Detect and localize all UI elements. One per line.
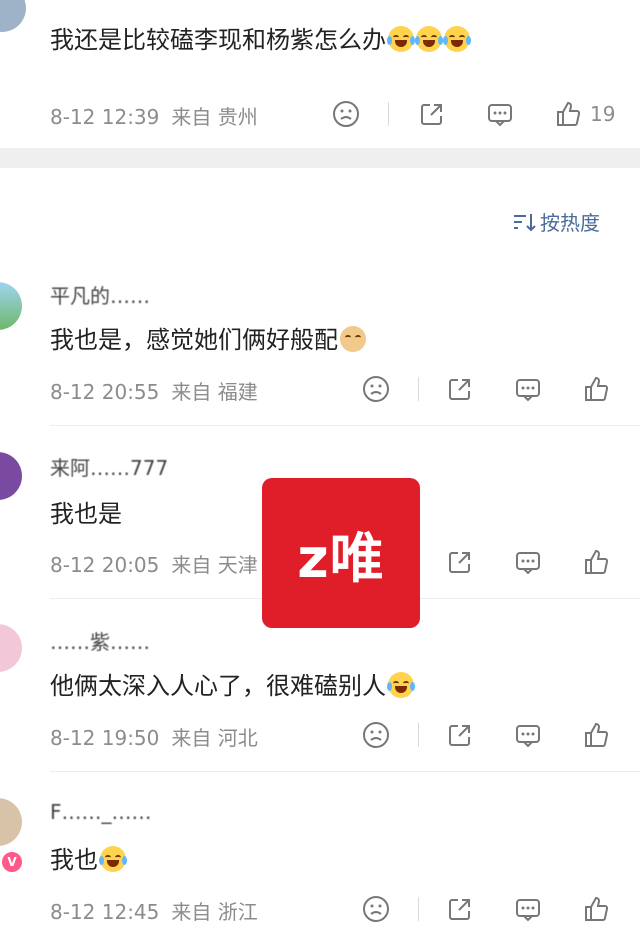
user-name[interactable]: 平凡的…… (50, 280, 150, 309)
comment-icon (514, 895, 542, 923)
comment-location: 来自 天津 (171, 553, 258, 577)
user-name[interactable]: ……紫…… (50, 626, 150, 655)
dislike-button[interactable] (332, 100, 360, 128)
avatar[interactable] (0, 0, 26, 32)
avatar[interactable] (0, 282, 22, 330)
like-button[interactable]: 19 (554, 100, 615, 128)
laugh-cry-emoji-icon (99, 846, 127, 872)
laugh-cry-emoji-icon (443, 26, 471, 52)
share-icon (446, 895, 474, 923)
share-icon (446, 721, 474, 749)
share-button[interactable] (446, 548, 474, 576)
watermark-logo: z唯 (262, 478, 420, 628)
dislike-button[interactable] (362, 375, 390, 403)
comment-meta: 8-12 12:45 来自 浙江 (50, 896, 258, 925)
frown-icon (362, 895, 390, 923)
like-button[interactable] (582, 375, 618, 403)
sort-icon (514, 213, 536, 231)
comment-icon (514, 721, 542, 749)
share-button[interactable] (418, 100, 446, 128)
comment-content: 我也 (50, 840, 127, 875)
thumbs-up-icon (582, 895, 610, 923)
comment-meta: 8-12 12:39 来自 贵州 (50, 101, 258, 130)
divider (388, 102, 389, 126)
share-button[interactable] (446, 721, 474, 749)
comment-content: 他俩太深入人心了，很难磕别人 (50, 666, 415, 701)
share-icon (446, 375, 474, 403)
comment-location: 来自 河北 (171, 726, 258, 750)
comment-icon (514, 375, 542, 403)
divider (418, 723, 419, 747)
like-button[interactable] (582, 895, 618, 923)
divider (418, 377, 419, 401)
comment-time: 8-12 20:05 (50, 553, 160, 577)
frown-icon (362, 375, 390, 403)
reply-button[interactable] (514, 721, 542, 749)
comment-location: 来自 福建 (171, 380, 258, 404)
thumbs-up-icon (582, 548, 610, 576)
frown-icon (362, 721, 390, 749)
like-button[interactable] (582, 721, 618, 749)
like-button[interactable] (582, 548, 618, 576)
share-button[interactable] (446, 375, 474, 403)
comment-content: 我也是 (50, 500, 122, 528)
like-count: 19 (590, 102, 616, 126)
reply-button[interactable] (514, 548, 542, 576)
divider (418, 897, 419, 921)
comment-time: 8-12 12:45 (50, 900, 160, 924)
dislike-button[interactable] (362, 721, 390, 749)
comment-content: 我也是，感觉她们俩好般配 (50, 320, 366, 355)
doge-emoji-icon (340, 326, 366, 352)
user-name[interactable]: F……_…… (50, 800, 152, 824)
reply-button[interactable] (486, 100, 514, 128)
laugh-cry-emoji-icon (415, 26, 443, 52)
share-button[interactable] (446, 895, 474, 923)
laugh-cry-emoji-icon (387, 672, 415, 698)
share-icon (418, 100, 446, 128)
user-name[interactable]: 来阿……777 (50, 452, 168, 481)
dislike-button[interactable] (362, 895, 390, 923)
comment-location: 来自 浙江 (171, 900, 258, 924)
thumbs-up-icon (582, 721, 610, 749)
comment-icon (486, 100, 514, 128)
thumbs-up-icon (582, 375, 610, 403)
share-icon (446, 548, 474, 576)
sort-label: 按热度 (540, 211, 600, 235)
comment-meta: 8-12 19:50 来自 河北 (50, 722, 258, 751)
comment-time: 8-12 12:39 (50, 105, 160, 129)
section-divider (0, 148, 640, 168)
row-divider (50, 425, 640, 426)
avatar[interactable] (0, 798, 22, 846)
comment-time: 8-12 19:50 (50, 726, 160, 750)
reply-button[interactable] (514, 375, 542, 403)
comment-meta: 8-12 20:55 来自 福建 (50, 376, 258, 405)
comment-location: 来自 贵州 (171, 105, 258, 129)
avatar[interactable] (0, 452, 22, 500)
comment-icon (514, 548, 542, 576)
frown-icon (332, 100, 360, 128)
sort-button[interactable]: 按热度 (512, 207, 600, 236)
verified-badge-icon: V (0, 850, 24, 874)
comment-time: 8-12 20:55 (50, 380, 160, 404)
laugh-cry-emoji-icon (387, 26, 415, 52)
top-comment: 我还是比较磕李现和杨紫怎么办 8-12 12:39 来自 贵州 19 (0, 0, 640, 148)
avatar[interactable] (0, 624, 22, 672)
comment-content: 我还是比较磕李现和杨紫怎么办 (50, 20, 471, 55)
thumbs-up-icon (554, 100, 582, 128)
comment-meta: 8-12 20:05 来自 天津 (50, 549, 258, 578)
row-divider (50, 771, 640, 772)
reply-button[interactable] (514, 895, 542, 923)
